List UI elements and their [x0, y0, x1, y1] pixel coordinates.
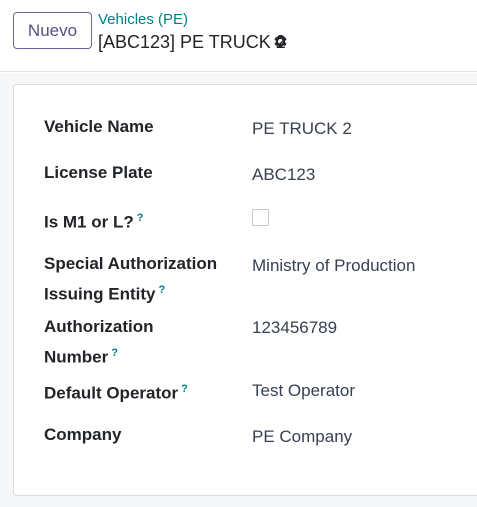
control-panel: Nuevo Vehicles (PE) [ABC123] PE TRUCK 2 [0, 0, 477, 72]
help-icon[interactable]: ? [181, 383, 188, 395]
help-icon[interactable]: ? [111, 347, 118, 359]
special-authorization-label-line1: Special Authorization [44, 254, 218, 273]
special-authorization-issuing-entity-label: Special Authorization Issuing Entity? [44, 251, 249, 308]
is-m1-or-l-label: Is M1 or L?? [44, 205, 249, 236]
is-m1-or-l-checkbox[interactable] [252, 209, 269, 226]
default-operator-value[interactable]: Test Operator [252, 378, 355, 404]
help-icon[interactable]: ? [158, 284, 165, 296]
authorization-number-label: Authorization Number? [44, 314, 249, 371]
default-operator-label: Default Operator? [44, 376, 249, 407]
is-m1-or-l-label-text: Is M1 or L? [44, 212, 134, 232]
special-authorization-label-line2: Issuing Entity [44, 284, 156, 304]
help-icon[interactable]: ? [137, 212, 144, 224]
company-label: Company [44, 425, 122, 444]
authorization-number-label-line2: Number [44, 347, 109, 367]
license-plate-label: License Plate [44, 163, 153, 182]
vehicle-name-label: Vehicle Name [44, 117, 154, 136]
default-operator-label-text: Default Operator [44, 383, 179, 403]
authorization-number-label-line1: Authorization [44, 317, 154, 336]
company-value[interactable]: PE Company [252, 424, 352, 450]
license-plate-value[interactable]: ABC123 [252, 162, 315, 188]
new-record-button[interactable]: Nuevo [13, 12, 92, 49]
record-title: [ABC123] PE TRUCK 2 [98, 32, 286, 52]
gear-icon[interactable] [272, 33, 289, 50]
special-authorization-label-line2-wrap: Issuing Entity? [44, 277, 249, 308]
breadcrumb-vehicles-link[interactable]: Vehicles (PE) [98, 11, 188, 29]
special-authorization-issuing-entity-value[interactable]: Ministry of Production [252, 253, 415, 279]
vehicle-name-value[interactable]: PE TRUCK 2 [252, 116, 352, 142]
authorization-number-value[interactable]: 123456789 [252, 315, 337, 341]
authorization-number-label-line2-wrap: Number? [44, 340, 249, 371]
